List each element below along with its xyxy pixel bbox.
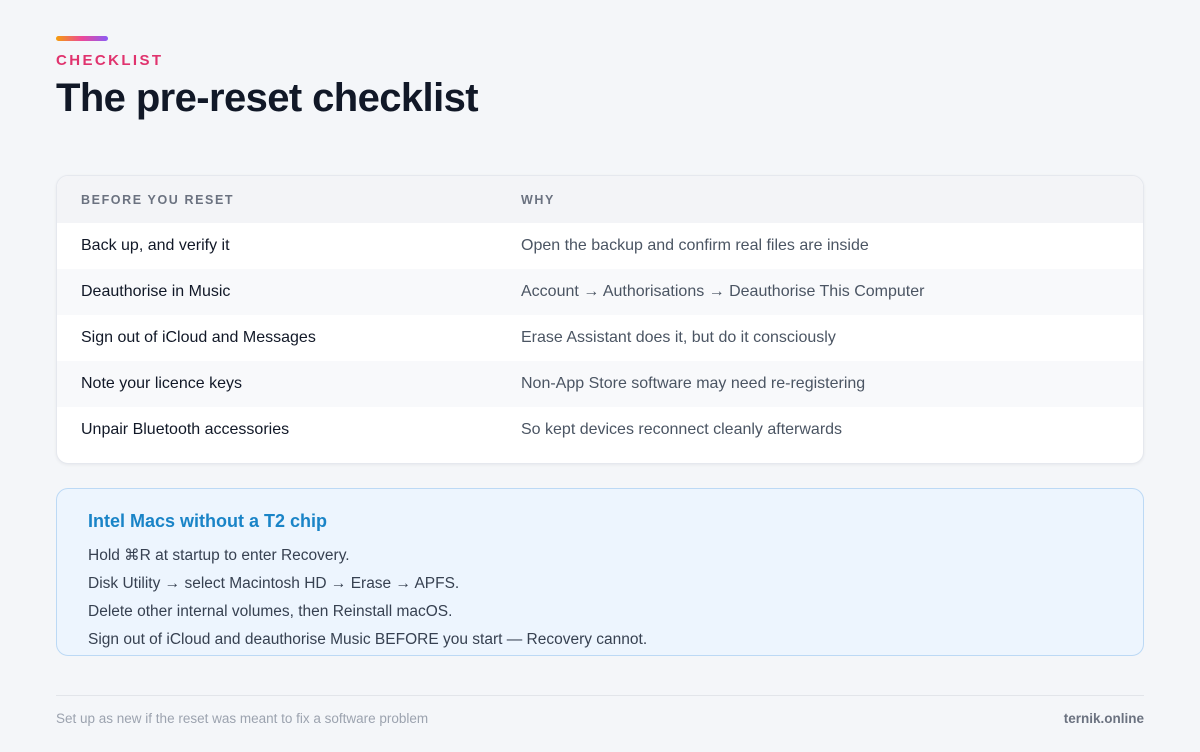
- table-row: Back up, and verify it Open the backup a…: [57, 223, 1143, 269]
- footer-site-link[interactable]: ternik.online: [1064, 711, 1144, 726]
- row-item: Unpair Bluetooth accessories: [81, 421, 290, 438]
- note-line: Sign out of iCloud and deauthorise Music…: [88, 631, 648, 648]
- table-row: Unpair Bluetooth accessories So kept dev…: [57, 407, 1143, 453]
- page-title: The pre-reset checklist: [56, 76, 479, 120]
- row-item: Note your licence keys: [57, 361, 497, 407]
- table-row: Sign out of iCloud and Messages Erase As…: [57, 315, 1143, 361]
- footer-note: Set up as new if the reset was meant to …: [56, 711, 429, 726]
- column-header-before-you-reset: BEFORE YOU RESET: [57, 176, 497, 223]
- checklist-table-card: BEFORE YOU RESET WHY Back up, and verify…: [56, 175, 1144, 464]
- row-why: Non-App Store software may need re-regis…: [497, 361, 1143, 407]
- table-row: Note your licence keys Non-App Store sof…: [57, 361, 1143, 407]
- note-line: Disk Utility → select Macintosh HD → Era…: [88, 575, 460, 592]
- eyebrow-label: CHECKLIST: [56, 52, 164, 69]
- row-why: Account → Authorisations → Deauthorise T…: [497, 269, 1143, 315]
- row-item: Sign out of iCloud and Messages: [81, 329, 316, 346]
- note-title: Intel Macs without a T2 chip: [88, 511, 328, 531]
- intel-mac-note-card: Intel Macs without a T2 chip Hold ⌘R at …: [56, 488, 1144, 656]
- column-header-why: WHY: [497, 176, 1143, 223]
- table-header-row: BEFORE YOU RESET WHY: [57, 176, 1143, 223]
- note-line: Delete other internal volumes, then Rein…: [88, 603, 453, 620]
- footer-divider: [56, 695, 1144, 696]
- note-line: Hold ⌘R at startup to enter Recovery.: [88, 547, 350, 564]
- row-item: Deauthorise in Music: [57, 269, 497, 315]
- row-why: Erase Assistant does it, but do it consc…: [521, 329, 836, 346]
- row-why: Open the backup and confirm real files a…: [521, 237, 869, 254]
- table-row: Deauthorise in Music Account → Authorisa…: [57, 269, 1143, 315]
- accent-gradient-bar: [56, 36, 108, 41]
- checklist-table: BEFORE YOU RESET WHY Back up, and verify…: [57, 176, 1143, 453]
- row-why: So kept devices reconnect cleanly afterw…: [521, 421, 843, 438]
- row-item: Back up, and verify it: [81, 237, 230, 254]
